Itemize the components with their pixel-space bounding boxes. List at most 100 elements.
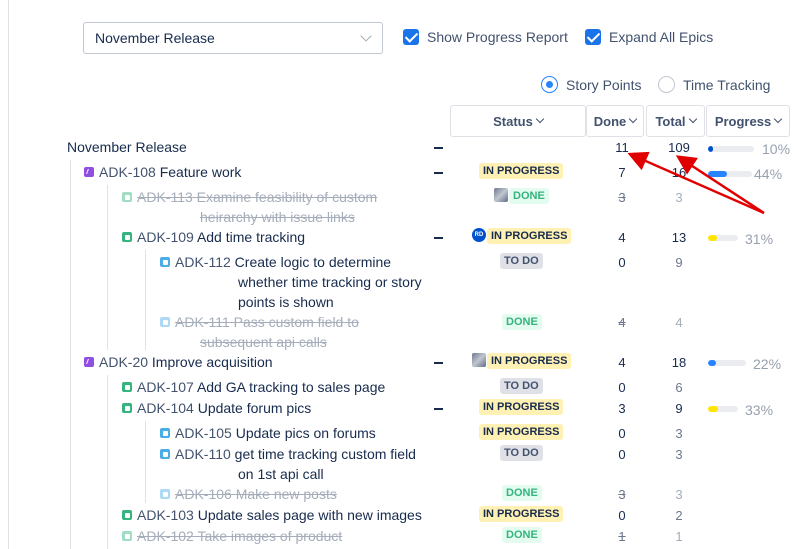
checkbox-checked-icon[interactable] xyxy=(403,29,419,45)
issue-summary-line2[interactable]: on 1st api call xyxy=(238,464,324,484)
total-column-header[interactable]: Total xyxy=(646,105,705,137)
issue-summary[interactable]: Create logic to determine xyxy=(235,254,391,270)
collapse-icon[interactable] xyxy=(434,408,443,410)
total-value: 13 xyxy=(671,230,687,245)
issue-summary-line2[interactable]: whether time tracking or story xyxy=(238,272,422,292)
total-value: 1 xyxy=(675,529,683,544)
progress-percent: 44% xyxy=(754,166,783,182)
issue-key[interactable]: ADK-103 xyxy=(137,507,194,523)
total-value: 2 xyxy=(675,508,683,523)
issue-key[interactable]: ADK-108 xyxy=(99,164,156,180)
done-value: 0 xyxy=(618,508,626,523)
tree-guide-line xyxy=(107,375,108,549)
status-column-label: Status xyxy=(493,113,533,129)
row-title[interactable]: ADK-105 Update pics on forums xyxy=(175,423,376,443)
row-title[interactable]: ADK-20 Improve acquisition xyxy=(99,352,273,372)
collapse-icon[interactable] xyxy=(434,237,443,239)
issue-key[interactable]: ADK-20 xyxy=(99,354,148,370)
tree-guide-line xyxy=(70,160,71,549)
done-value: 3 xyxy=(618,487,626,502)
issue-summary[interactable]: Add GA tracking to sales page xyxy=(197,379,385,395)
issue-summary[interactable]: Feature work xyxy=(160,164,242,180)
radio-selected-icon[interactable] xyxy=(541,76,558,93)
subtask-icon xyxy=(160,257,170,267)
status-badge: TO DO xyxy=(500,253,543,269)
issue-key[interactable]: ADK-102 xyxy=(137,528,194,544)
issue-summary[interactable]: Improve acquisition xyxy=(152,354,273,370)
story-icon xyxy=(122,382,132,392)
assignee-avatar: RD xyxy=(472,228,486,242)
done-value: 4 xyxy=(618,230,626,245)
tree-guide-line xyxy=(145,421,146,503)
subtask-icon xyxy=(160,489,170,499)
issue-key[interactable]: ADK-110 xyxy=(175,446,231,462)
issue-summary[interactable]: get time tracking custom field xyxy=(235,446,416,462)
row-title[interactable]: ADK-106 Make new posts xyxy=(175,484,337,504)
radio-unselected-icon[interactable] xyxy=(658,76,675,93)
done-column-header[interactable]: Done xyxy=(586,105,644,137)
issue-summary[interactable]: Update sales page with new images xyxy=(198,507,422,523)
done-value: 4 xyxy=(618,355,626,370)
row-title[interactable]: ADK-110 get time tracking custom field xyxy=(175,444,416,464)
issue-key[interactable]: ADK-104 xyxy=(137,400,194,416)
done-value: 11 xyxy=(615,140,629,155)
issue-summary[interactable]: Pass custom field to xyxy=(234,314,359,330)
expand-all-epics-checkbox[interactable]: Expand All Epics xyxy=(585,29,713,45)
status-column-header[interactable]: Status xyxy=(450,105,586,137)
progress-column-label: Progress xyxy=(714,113,772,129)
row-title[interactable]: ADK-111 Pass custom field to xyxy=(175,312,359,332)
done-value: 7 xyxy=(618,165,626,180)
total-column-label: Total xyxy=(655,113,686,129)
issue-summary[interactable]: Update pics on forums xyxy=(236,425,376,441)
sort-chevron-icon xyxy=(773,114,783,124)
progress-fill xyxy=(708,171,728,177)
total-value: 9 xyxy=(675,401,683,416)
story-points-label: Story Points xyxy=(566,76,642,93)
done-value: 0 xyxy=(618,380,626,395)
release-select[interactable]: November Release xyxy=(83,22,383,54)
issue-summary[interactable]: Add time tracking xyxy=(197,229,305,245)
status-badge: IN PROGRESS xyxy=(479,163,564,179)
issue-key[interactable]: ADK-107 xyxy=(137,379,194,395)
total-value: 3 xyxy=(675,487,683,502)
issue-summary-line3[interactable]: points is shown xyxy=(238,292,334,312)
issue-key[interactable]: ADK-112 xyxy=(175,254,231,270)
story-icon xyxy=(122,403,132,413)
annotation-arrow xyxy=(627,151,765,215)
row-title[interactable]: November Release xyxy=(67,137,187,157)
issue-summary[interactable]: Examine feasibility of custom xyxy=(197,189,378,205)
done-value: 0 xyxy=(618,447,626,462)
assignee-avatar xyxy=(472,353,486,367)
issue-key[interactable]: ADK-111 xyxy=(175,314,230,330)
row-title[interactable]: ADK-107 Add GA tracking to sales page xyxy=(137,377,385,397)
show-progress-report-checkbox[interactable]: Show Progress Report xyxy=(403,29,568,45)
row-title[interactable]: ADK-102 Take images of product xyxy=(137,526,342,546)
row-title[interactable]: ADK-112 Create logic to determine xyxy=(175,252,391,272)
collapse-icon[interactable] xyxy=(434,147,443,149)
issue-key[interactable]: ADK-109 xyxy=(137,229,194,245)
done-value: 3 xyxy=(618,401,626,416)
issue-key[interactable]: ADK-113 xyxy=(137,189,193,205)
row-title[interactable]: ADK-108 Feature work xyxy=(99,162,241,182)
issue-summary[interactable]: Take images of product xyxy=(197,528,342,544)
chevron-down-icon[interactable] xyxy=(360,30,372,42)
checkbox-checked-icon[interactable] xyxy=(585,29,601,45)
issue-summary[interactable]: Update forum pics xyxy=(198,400,312,416)
row-title[interactable]: ADK-104 Update forum pics xyxy=(137,398,311,418)
row-title[interactable]: ADK-109 Add time tracking xyxy=(137,227,305,247)
issue-key[interactable]: ADK-106 xyxy=(175,486,232,502)
show-progress-report-label: Show Progress Report xyxy=(427,29,568,45)
issue-summary[interactable]: Make new posts xyxy=(236,486,337,502)
collapse-icon[interactable] xyxy=(434,362,443,364)
issue-summary-line2[interactable]: subsequent api calls xyxy=(200,332,327,352)
time-tracking-radio[interactable]: Time Tracking xyxy=(658,76,770,93)
issue-key[interactable]: ADK-105 xyxy=(175,425,232,441)
row-title[interactable]: ADK-113 Examine feasibility of custom xyxy=(137,187,377,207)
progress-fill xyxy=(708,360,717,366)
issue-summary-line2[interactable]: heirarchy with issue links xyxy=(200,207,355,227)
progress-column-header[interactable]: Progress xyxy=(706,105,790,137)
collapse-icon[interactable] xyxy=(434,172,443,174)
story-points-radio[interactable]: Story Points xyxy=(541,76,641,93)
story-icon xyxy=(122,510,132,520)
row-title[interactable]: ADK-103 Update sales page with new image… xyxy=(137,505,422,525)
